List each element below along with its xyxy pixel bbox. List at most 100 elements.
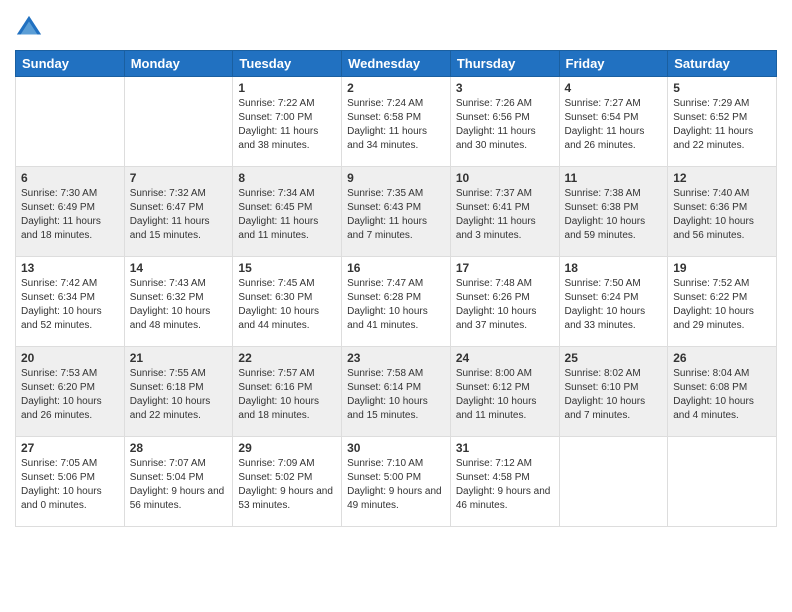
week-row-3: 13 Sunrise: 7:42 AMSunset: 6:34 PMDayligh… bbox=[16, 257, 777, 347]
week-row-1: 1 Sunrise: 7:22 AMSunset: 7:00 PMDaylight… bbox=[16, 77, 777, 167]
day-number: 24 bbox=[456, 351, 554, 365]
day-cell-20: 20Sunrise: 7:53 AMSunset: 6:20 PMDayligh… bbox=[16, 347, 125, 437]
logo bbox=[15, 14, 45, 42]
day-info: Sunrise: 7:05 AMSunset: 5:06 PMDaylight:… bbox=[21, 457, 119, 513]
day-cell-2: 2 Sunrise: 7:24 AMSunset: 6:58 PMDaylight… bbox=[342, 77, 451, 167]
day-cell-24: 24 Sunrise: 8:00 AMSunset: 6:12 PMDayligh… bbox=[450, 347, 559, 437]
day-cell-9: 9 Sunrise: 7:35 AMSunset: 6:43 PMDaylight… bbox=[342, 167, 451, 257]
day-number: 6 bbox=[21, 171, 119, 185]
day-cell-22: 22Sunrise: 7:57 AMSunset: 6:16 PMDayligh… bbox=[233, 347, 342, 437]
day-number: 10 bbox=[456, 171, 554, 185]
day-cell-18: 18Sunrise: 7:50 AMSunset: 6:24 PMDayligh… bbox=[559, 257, 668, 347]
day-cell-5: 5Sunrise: 7:29 AMSunset: 6:52 PMDaylight… bbox=[668, 77, 777, 167]
day-cell-23: 23 Sunrise: 7:58 AMSunset: 6:14 PMDayligh… bbox=[342, 347, 451, 437]
day-info: Sunrise: 7:24 AMSunset: 6:58 PMDaylight:… bbox=[347, 97, 445, 153]
day-number: 31 bbox=[456, 441, 554, 455]
weekday-header-thursday: Thursday bbox=[450, 51, 559, 77]
day-cell-11: 11 Sunrise: 7:38 AMSunset: 6:38 PMDayligh… bbox=[559, 167, 668, 257]
day-info: Sunrise: 7:38 AMSunset: 6:38 PMDaylight:… bbox=[565, 187, 663, 243]
week-row-5: 27 Sunrise: 7:05 AMSunset: 5:06 PMDayligh… bbox=[16, 437, 777, 527]
day-number: 13 bbox=[21, 261, 119, 275]
day-info: Sunrise: 7:10 AMSunset: 5:00 PMDaylight:… bbox=[347, 457, 445, 513]
day-number: 25 bbox=[565, 351, 663, 365]
day-info: Sunrise: 7:12 AMSunset: 4:58 PMDaylight:… bbox=[456, 457, 554, 513]
week-row-2: 6 Sunrise: 7:30 AMSunset: 6:49 PMDaylight… bbox=[16, 167, 777, 257]
day-info: Sunrise: 7:42 AMSunset: 6:34 PMDaylight:… bbox=[21, 277, 119, 333]
logo-icon bbox=[15, 14, 43, 42]
day-cell-15: 15 Sunrise: 7:45 AMSunset: 6:30 PMDayligh… bbox=[233, 257, 342, 347]
day-info: Sunrise: 7:58 AMSunset: 6:14 PMDaylight:… bbox=[347, 367, 445, 423]
day-number: 23 bbox=[347, 351, 445, 365]
day-cell-29: 29Sunrise: 7:09 AMSunset: 5:02 PMDayligh… bbox=[233, 437, 342, 527]
empty-cell bbox=[16, 77, 125, 167]
weekday-header-row: SundayMondayTuesdayWednesdayThursdayFrid… bbox=[16, 51, 777, 77]
day-info: Sunrise: 7:26 AMSunset: 6:56 PMDaylight:… bbox=[456, 97, 554, 153]
week-row-4: 20Sunrise: 7:53 AMSunset: 6:20 PMDayligh… bbox=[16, 347, 777, 437]
day-number: 1 bbox=[238, 81, 336, 95]
day-info: Sunrise: 7:30 AMSunset: 6:49 PMDaylight:… bbox=[21, 187, 119, 243]
day-cell-4: 4Sunrise: 7:27 AMSunset: 6:54 PMDaylight… bbox=[559, 77, 668, 167]
day-number: 3 bbox=[456, 81, 554, 95]
header bbox=[15, 10, 777, 42]
day-number: 19 bbox=[673, 261, 771, 275]
day-number: 14 bbox=[130, 261, 228, 275]
empty-cell bbox=[668, 437, 777, 527]
day-number: 15 bbox=[238, 261, 336, 275]
day-number: 12 bbox=[673, 171, 771, 185]
day-number: 17 bbox=[456, 261, 554, 275]
day-number: 11 bbox=[565, 171, 663, 185]
day-info: Sunrise: 7:57 AMSunset: 6:16 PMDaylight:… bbox=[238, 367, 336, 423]
day-info: Sunrise: 8:04 AMSunset: 6:08 PMDaylight:… bbox=[673, 367, 771, 423]
day-info: Sunrise: 7:45 AMSunset: 6:30 PMDaylight:… bbox=[238, 277, 336, 333]
day-cell-6: 6 Sunrise: 7:30 AMSunset: 6:49 PMDaylight… bbox=[16, 167, 125, 257]
day-info: Sunrise: 8:00 AMSunset: 6:12 PMDaylight:… bbox=[456, 367, 554, 423]
day-number: 28 bbox=[130, 441, 228, 455]
page: SundayMondayTuesdayWednesdayThursdayFrid… bbox=[0, 0, 792, 612]
day-number: 9 bbox=[347, 171, 445, 185]
day-info: Sunrise: 7:47 AMSunset: 6:28 PMDaylight:… bbox=[347, 277, 445, 333]
day-number: 21 bbox=[130, 351, 228, 365]
day-info: Sunrise: 7:32 AMSunset: 6:47 PMDaylight:… bbox=[130, 187, 228, 243]
day-cell-21: 21Sunrise: 7:55 AMSunset: 6:18 PMDayligh… bbox=[124, 347, 233, 437]
day-info: Sunrise: 7:43 AMSunset: 6:32 PMDaylight:… bbox=[130, 277, 228, 333]
weekday-header-tuesday: Tuesday bbox=[233, 51, 342, 77]
day-info: Sunrise: 7:35 AMSunset: 6:43 PMDaylight:… bbox=[347, 187, 445, 243]
calendar-header: SundayMondayTuesdayWednesdayThursdayFrid… bbox=[16, 51, 777, 77]
day-info: Sunrise: 7:22 AMSunset: 7:00 PMDaylight:… bbox=[238, 97, 336, 153]
day-number: 20 bbox=[21, 351, 119, 365]
day-info: Sunrise: 7:40 AMSunset: 6:36 PMDaylight:… bbox=[673, 187, 771, 243]
day-number: 7 bbox=[130, 171, 228, 185]
day-cell-13: 13 Sunrise: 7:42 AMSunset: 6:34 PMDayligh… bbox=[16, 257, 125, 347]
day-cell-19: 19 Sunrise: 7:52 AMSunset: 6:22 PMDayligh… bbox=[668, 257, 777, 347]
day-number: 30 bbox=[347, 441, 445, 455]
empty-cell bbox=[559, 437, 668, 527]
day-number: 27 bbox=[21, 441, 119, 455]
day-number: 4 bbox=[565, 81, 663, 95]
day-number: 16 bbox=[347, 261, 445, 275]
day-cell-8: 8Sunrise: 7:34 AMSunset: 6:45 PMDaylight… bbox=[233, 167, 342, 257]
day-number: 2 bbox=[347, 81, 445, 95]
day-cell-30: 30 Sunrise: 7:10 AMSunset: 5:00 PMDayligh… bbox=[342, 437, 451, 527]
day-cell-26: 26Sunrise: 8:04 AMSunset: 6:08 PMDayligh… bbox=[668, 347, 777, 437]
calendar-body: 1 Sunrise: 7:22 AMSunset: 7:00 PMDaylight… bbox=[16, 77, 777, 527]
day-number: 5 bbox=[673, 81, 771, 95]
day-number: 8 bbox=[238, 171, 336, 185]
day-number: 29 bbox=[238, 441, 336, 455]
weekday-header-sunday: Sunday bbox=[16, 51, 125, 77]
day-info: Sunrise: 8:02 AMSunset: 6:10 PMDaylight:… bbox=[565, 367, 663, 423]
day-cell-31: 31 Sunrise: 7:12 AMSunset: 4:58 PMDayligh… bbox=[450, 437, 559, 527]
day-cell-28: 28 Sunrise: 7:07 AMSunset: 5:04 PMDayligh… bbox=[124, 437, 233, 527]
empty-cell bbox=[124, 77, 233, 167]
weekday-header-wednesday: Wednesday bbox=[342, 51, 451, 77]
day-info: Sunrise: 7:07 AMSunset: 5:04 PMDaylight:… bbox=[130, 457, 228, 513]
day-cell-25: 25 Sunrise: 8:02 AMSunset: 6:10 PMDayligh… bbox=[559, 347, 668, 437]
day-cell-3: 3 Sunrise: 7:26 AMSunset: 6:56 PMDaylight… bbox=[450, 77, 559, 167]
day-info: Sunrise: 7:52 AMSunset: 6:22 PMDaylight:… bbox=[673, 277, 771, 333]
weekday-header-saturday: Saturday bbox=[668, 51, 777, 77]
day-info: Sunrise: 7:37 AMSunset: 6:41 PMDaylight:… bbox=[456, 187, 554, 243]
day-cell-7: 7 Sunrise: 7:32 AMSunset: 6:47 PMDaylight… bbox=[124, 167, 233, 257]
day-cell-12: 12 Sunrise: 7:40 AMSunset: 6:36 PMDayligh… bbox=[668, 167, 777, 257]
weekday-header-monday: Monday bbox=[124, 51, 233, 77]
day-cell-27: 27 Sunrise: 7:05 AMSunset: 5:06 PMDayligh… bbox=[16, 437, 125, 527]
day-cell-16: 16 Sunrise: 7:47 AMSunset: 6:28 PMDayligh… bbox=[342, 257, 451, 347]
